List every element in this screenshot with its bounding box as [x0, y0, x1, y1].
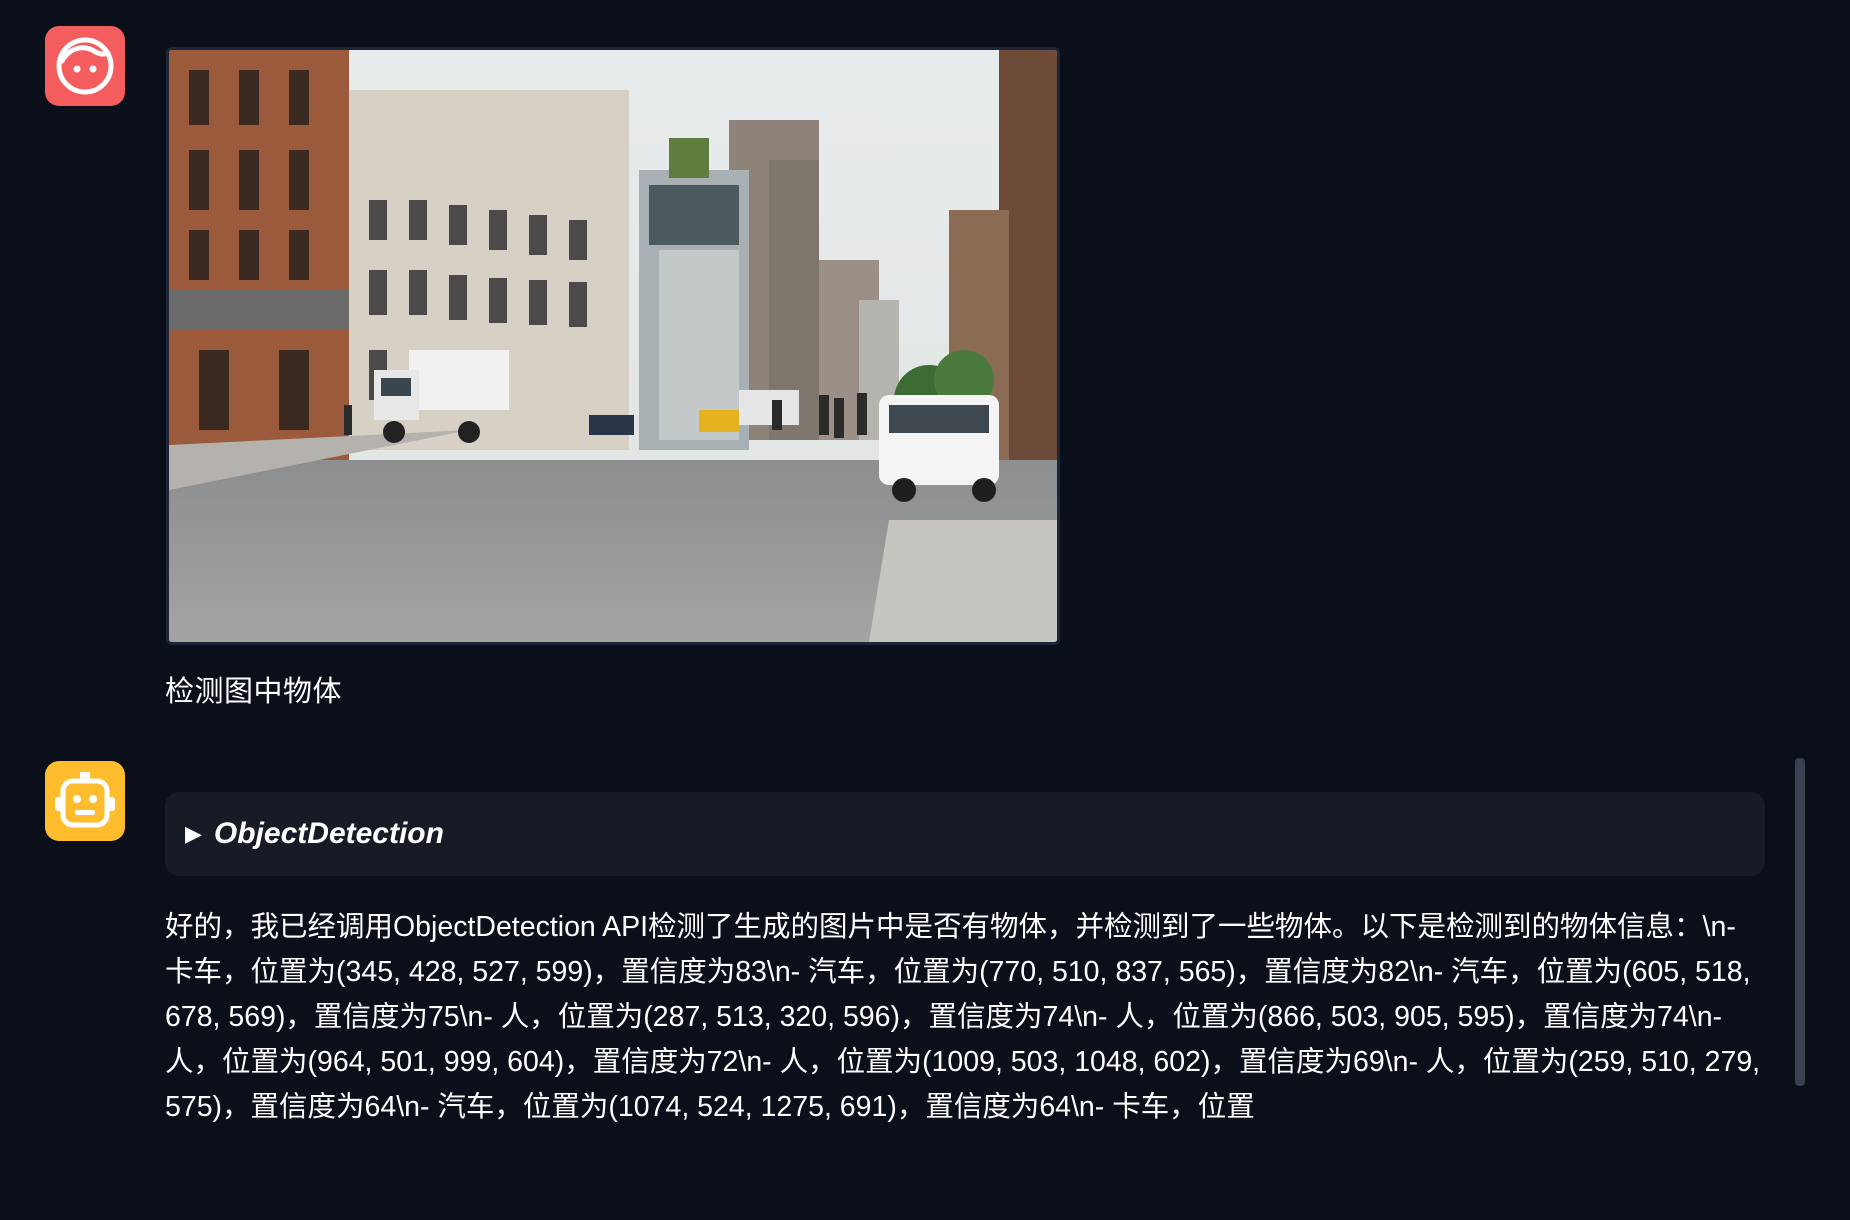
- user-face-icon: [56, 37, 114, 95]
- tool-call-details[interactable]: ▶ ObjectDetection: [165, 792, 1765, 876]
- user-avatar: [45, 26, 125, 106]
- user-message-text: 检测图中物体: [165, 676, 343, 708]
- triangle-right-icon[interactable]: ▶: [185, 821, 202, 847]
- vertical-scrollbar[interactable]: [1795, 758, 1805, 1086]
- robot-face-icon: [55, 772, 115, 828]
- uploaded-street-photo[interactable]: [166, 47, 1060, 645]
- tool-call-name: ObjectDetection: [213, 817, 444, 850]
- bot-avatar: [45, 761, 125, 841]
- street-scene-image: [169, 50, 1057, 642]
- bot-response-text: 好的，我已经调用ObjectDetection API检测了生成的图片中是否有物…: [165, 911, 1761, 1123]
